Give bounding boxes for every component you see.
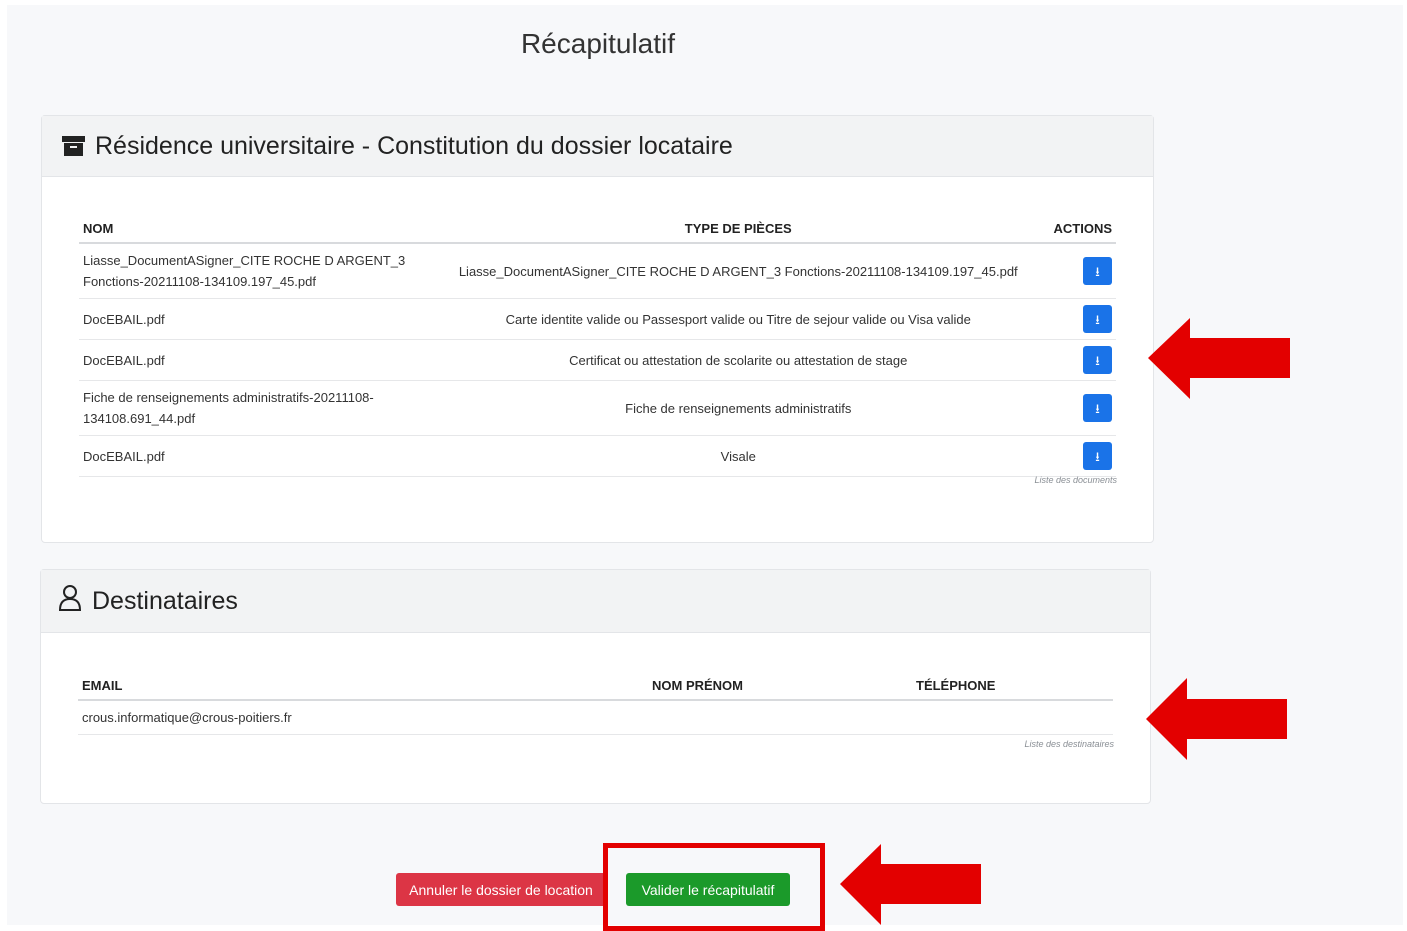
recipient-name bbox=[648, 700, 912, 735]
download-icon: ⭳ bbox=[1095, 448, 1100, 464]
download-icon: ⭳ bbox=[1095, 352, 1100, 368]
download-button[interactable]: ⭳ bbox=[1083, 257, 1112, 285]
document-name: DocEBAIL.pdf bbox=[79, 435, 427, 477]
recipient-phone bbox=[912, 700, 1113, 735]
document-type: Carte identite valide ou Passesport vali… bbox=[427, 298, 1050, 340]
column-header-phone: TÉLÉPHONE bbox=[912, 678, 1113, 701]
recipients-card-header: Destinataires bbox=[41, 570, 1150, 633]
column-header-name: NOM bbox=[79, 221, 427, 244]
table-row: Fiche de renseignements administratifs-2… bbox=[79, 380, 1116, 436]
column-header-type: TYPE DE PIÈCES bbox=[427, 221, 1050, 244]
document-name: DocEBAIL.pdf bbox=[79, 298, 427, 340]
documents-card-title: Résidence universitaire - Constitution d… bbox=[95, 131, 733, 160]
table-row: DocEBAIL.pdf Visale ⭳ bbox=[79, 435, 1116, 477]
documents-table: NOM TYPE DE PIÈCES ACTIONS Liasse_Docume… bbox=[79, 221, 1116, 477]
recipients-table-caption: Liste des destinataires bbox=[1024, 739, 1114, 749]
left-arrow-icon bbox=[840, 844, 981, 925]
documents-card: Résidence universitaire - Constitution d… bbox=[41, 115, 1154, 543]
highlight-box bbox=[603, 843, 825, 931]
document-name: Fiche de renseignements administratifs-2… bbox=[79, 380, 427, 436]
documents-table-caption: Liste des documents bbox=[1034, 475, 1117, 485]
table-row: DocEBAIL.pdf Certificat ou attestation d… bbox=[79, 339, 1116, 381]
user-icon bbox=[58, 584, 82, 619]
download-button[interactable]: ⭳ bbox=[1083, 346, 1112, 374]
download-icon: ⭳ bbox=[1095, 400, 1100, 416]
left-arrow-icon bbox=[1146, 678, 1287, 760]
document-type: Fiche de renseignements administratifs bbox=[427, 380, 1050, 436]
table-row: DocEBAIL.pdf Carte identite valide ou Pa… bbox=[79, 298, 1116, 340]
recipients-card-title: Destinataires bbox=[92, 586, 238, 615]
column-header-name: NOM PRÉNOM bbox=[648, 678, 912, 701]
recipient-email: crous.informatique@crous-poitiers.fr bbox=[78, 700, 648, 735]
download-button[interactable]: ⭳ bbox=[1083, 394, 1112, 422]
document-type: Certificat ou attestation de scolarite o… bbox=[427, 339, 1050, 381]
download-button[interactable]: ⭳ bbox=[1083, 442, 1112, 470]
recipients-card: Destinataires EMAIL NOM PRÉNOM TÉLÉPHONE… bbox=[40, 569, 1151, 804]
download-icon: ⭳ bbox=[1095, 263, 1100, 279]
archive-icon bbox=[62, 136, 85, 156]
download-icon: ⭳ bbox=[1095, 311, 1100, 327]
column-header-email: EMAIL bbox=[78, 678, 648, 701]
left-arrow-icon bbox=[1148, 318, 1290, 399]
recipients-table: EMAIL NOM PRÉNOM TÉLÉPHONE crous.informa… bbox=[78, 678, 1113, 735]
table-row: crous.informatique@crous-poitiers.fr bbox=[78, 700, 1113, 735]
document-name: Liasse_DocumentASigner_CITE ROCHE D ARGE… bbox=[79, 243, 427, 299]
document-type: Liasse_DocumentASigner_CITE ROCHE D ARGE… bbox=[427, 243, 1050, 299]
page-title: Récapitulatif bbox=[520, 28, 676, 59]
table-row: Liasse_DocumentASigner_CITE ROCHE D ARGE… bbox=[79, 243, 1116, 299]
column-header-actions: ACTIONS bbox=[1049, 221, 1116, 244]
document-name: DocEBAIL.pdf bbox=[79, 339, 427, 381]
documents-card-header: Résidence universitaire - Constitution d… bbox=[42, 116, 1153, 177]
document-type: Visale bbox=[427, 435, 1050, 477]
download-button[interactable]: ⭳ bbox=[1083, 305, 1112, 333]
cancel-rental-file-button[interactable]: Annuler le dossier de location bbox=[396, 873, 606, 906]
